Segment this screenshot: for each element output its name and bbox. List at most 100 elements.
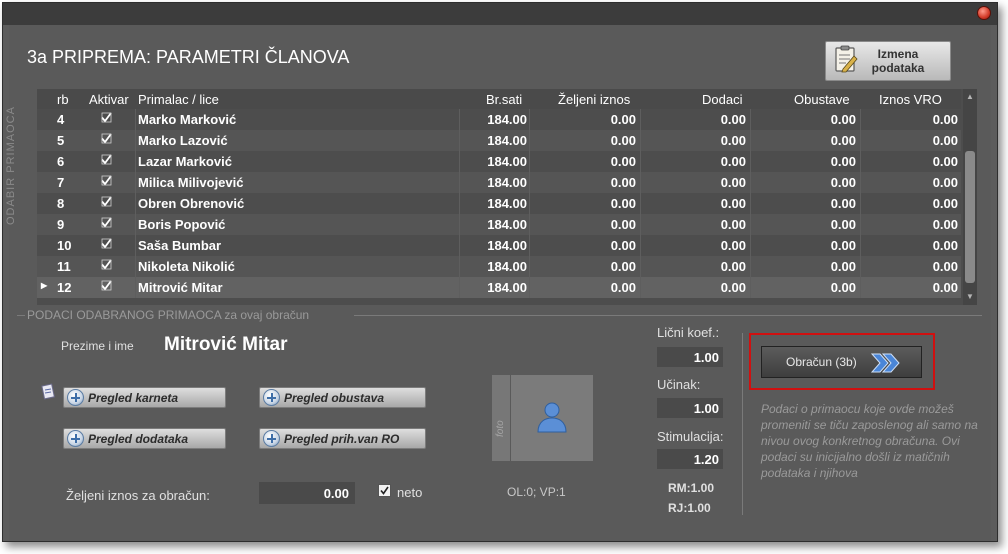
- prezime-value: Mitrović Mitar: [164, 334, 288, 355]
- pregled-dodataka-button[interactable]: Pregled dodataka: [63, 428, 226, 449]
- col-header-br-sati[interactable]: Br.sati: [486, 92, 522, 107]
- zeljeni-iznos-field[interactable]: 0.00: [259, 482, 355, 504]
- row-rb: 9: [57, 217, 65, 232]
- row-rb: 5: [57, 133, 65, 148]
- table-row[interactable]: 8 Obren Obrenović 184.00 0.00 0.00 0.00 0.00: [37, 193, 961, 214]
- section-divider: [17, 315, 25, 316]
- pregled-karneta-label: Pregled karneta: [88, 390, 179, 405]
- table-row[interactable]: 9 Boris Popović 184.00 0.00 0.00 0.00 0.00: [37, 214, 961, 235]
- row-dodaci: 0.00: [720, 280, 746, 295]
- row-primalac: Milica Milivojević: [138, 175, 244, 190]
- row-obustave: 0.00: [830, 196, 856, 211]
- row-iznos-vro: 0.00: [932, 238, 958, 253]
- scroll-up-icon[interactable]: ▲: [966, 92, 974, 101]
- table-row[interactable]: 7 Milica Milivojević 184.00 0.00 0.00 0.00 0.0…: [37, 172, 961, 193]
- row-br-sati: 184.00: [487, 259, 527, 274]
- plus-circle-icon: [67, 389, 84, 406]
- scroll-down-icon[interactable]: ▼: [966, 292, 974, 301]
- col-header-zeljeni-iznos[interactable]: Željeni iznos: [558, 92, 630, 107]
- row-obustave: 0.00: [830, 154, 856, 169]
- row-zeljeni-iznos: 0.00: [610, 238, 636, 253]
- row-indicator-icon: ▶: [41, 281, 48, 290]
- col-header-dodaci[interactable]: Dodaci: [702, 92, 742, 107]
- photo-box[interactable]: [511, 375, 593, 461]
- row-rb: 8: [57, 196, 65, 211]
- row-zeljeni-iznos: 0.00: [610, 217, 636, 232]
- aktivar-checkbox[interactable]: [100, 195, 113, 208]
- row-rb: 4: [57, 112, 65, 127]
- stimulacija-value: 1.20: [693, 452, 719, 467]
- pregled-prih-van-ro-button[interactable]: Pregled prih.van RO: [259, 428, 426, 449]
- table-row[interactable]: 10 Saša Bumbar 184.00 0.00 0.00 0.00 0.00: [37, 235, 961, 256]
- neto-checkbox[interactable]: [378, 484, 391, 497]
- aktivar-checkbox[interactable]: [100, 132, 113, 145]
- row-rb: 7: [57, 175, 65, 190]
- grid-header: rb Aktivar Primalac / lice Br.sati Želje…: [37, 89, 961, 109]
- row-obustave: 0.00: [830, 238, 856, 253]
- aktivar-checkbox[interactable]: [100, 174, 113, 187]
- row-iznos-vro: 0.00: [932, 112, 958, 127]
- row-rb: 6: [57, 154, 65, 169]
- aktivar-checkbox[interactable]: [100, 111, 113, 124]
- row-dodaci: 0.00: [720, 217, 746, 232]
- plus-circle-icon: [263, 389, 280, 406]
- row-obustave: 0.00: [830, 259, 856, 274]
- aktivar-checkbox[interactable]: [100, 279, 113, 292]
- row-br-sati: 184.00: [487, 217, 527, 232]
- row-iznos-vro: 0.00: [932, 196, 958, 211]
- app-window: 3a PRIPREMA: PARAMETRI ČLANOVA Izmena po…: [2, 2, 998, 542]
- table-row[interactable]: 11 Nikoleta Nikolić 184.00 0.00 0.00 0.00 0.00: [37, 256, 961, 277]
- aktivar-checkbox[interactable]: [100, 258, 113, 271]
- plus-circle-icon: [67, 430, 84, 447]
- row-iznos-vro: 0.00: [932, 175, 958, 190]
- row-dodaci: 0.00: [720, 112, 746, 127]
- col-header-aktivar[interactable]: Aktivar: [89, 92, 129, 107]
- licni-koef-field[interactable]: 1.00: [657, 347, 723, 367]
- neto-label: neto: [397, 485, 423, 500]
- table-row[interactable]: 6 Lazar Marković 184.00 0.00 0.00 0.00 0.00: [37, 151, 961, 172]
- pregled-obustava-label: Pregled obustava: [284, 390, 385, 405]
- photo-label: foto: [495, 420, 506, 437]
- col-header-iznos-vro[interactable]: Iznos VRO: [879, 92, 942, 107]
- aktivar-checkbox[interactable]: [100, 237, 113, 250]
- table-row[interactable]: 5 Marko Lazović 184.00 0.00 0.00 0.00 0.00: [37, 130, 961, 151]
- table-row[interactable]: ▶ 12 Mitrović Mitar 184.00 0.00 0.00 0.00 0.00: [37, 277, 961, 298]
- row-primalac: Marko Lazović: [138, 133, 228, 148]
- ucinak-field[interactable]: 1.00: [657, 398, 723, 418]
- aktivar-checkbox[interactable]: [100, 153, 113, 166]
- clipboard-edit-icon: [834, 45, 858, 78]
- row-primalac: Saša Bumbar: [138, 238, 222, 253]
- row-primalac: Obren Obrenović: [138, 196, 245, 211]
- ucinak-value: 1.00: [693, 401, 719, 416]
- col-header-primalac[interactable]: Primalac / lice: [138, 92, 219, 107]
- row-br-sati: 184.00: [487, 112, 527, 127]
- edit-data-label-line1: Izmena: [877, 47, 919, 61]
- table-row[interactable]: 4 Marko Marković 184.00 0.00 0.00 0.00 0.00: [37, 109, 961, 130]
- column-divider: [135, 109, 136, 298]
- row-iznos-vro: 0.00: [932, 280, 958, 295]
- row-primalac: Nikoleta Nikolić: [138, 259, 235, 274]
- col-header-obustave[interactable]: Obustave: [794, 92, 850, 107]
- row-iznos-vro: 0.00: [932, 154, 958, 169]
- aktivar-checkbox[interactable]: [100, 216, 113, 229]
- row-iznos-vro: 0.00: [932, 259, 958, 274]
- grid-scrollbar[interactable]: ▲ ▼: [963, 89, 977, 305]
- stimulacija-field[interactable]: 1.20: [657, 449, 723, 469]
- pregled-prih-van-ro-label: Pregled prih.van RO: [284, 431, 400, 446]
- close-icon[interactable]: [977, 6, 991, 20]
- row-primalac: Boris Popović: [138, 217, 226, 232]
- row-dodaci: 0.00: [720, 259, 746, 274]
- edit-data-button[interactable]: Izmena podataka: [825, 41, 951, 81]
- col-header-rb[interactable]: rb: [57, 92, 69, 107]
- document-icon[interactable]: [41, 382, 57, 405]
- column-divider: [640, 109, 641, 298]
- row-br-sati: 184.00: [487, 154, 527, 169]
- pregled-karneta-button[interactable]: Pregled karneta: [63, 387, 226, 408]
- pregled-obustava-button[interactable]: Pregled obustava: [259, 387, 426, 408]
- obracun-button[interactable]: Obračun (3b): [761, 346, 922, 378]
- page-title: 3a PRIPREMA: PARAMETRI ČLANOVA: [27, 47, 350, 67]
- row-br-sati: 184.00: [487, 196, 527, 211]
- scrollbar-thumb[interactable]: [965, 151, 975, 283]
- plus-circle-icon: [263, 430, 280, 447]
- row-zeljeni-iznos: 0.00: [610, 154, 636, 169]
